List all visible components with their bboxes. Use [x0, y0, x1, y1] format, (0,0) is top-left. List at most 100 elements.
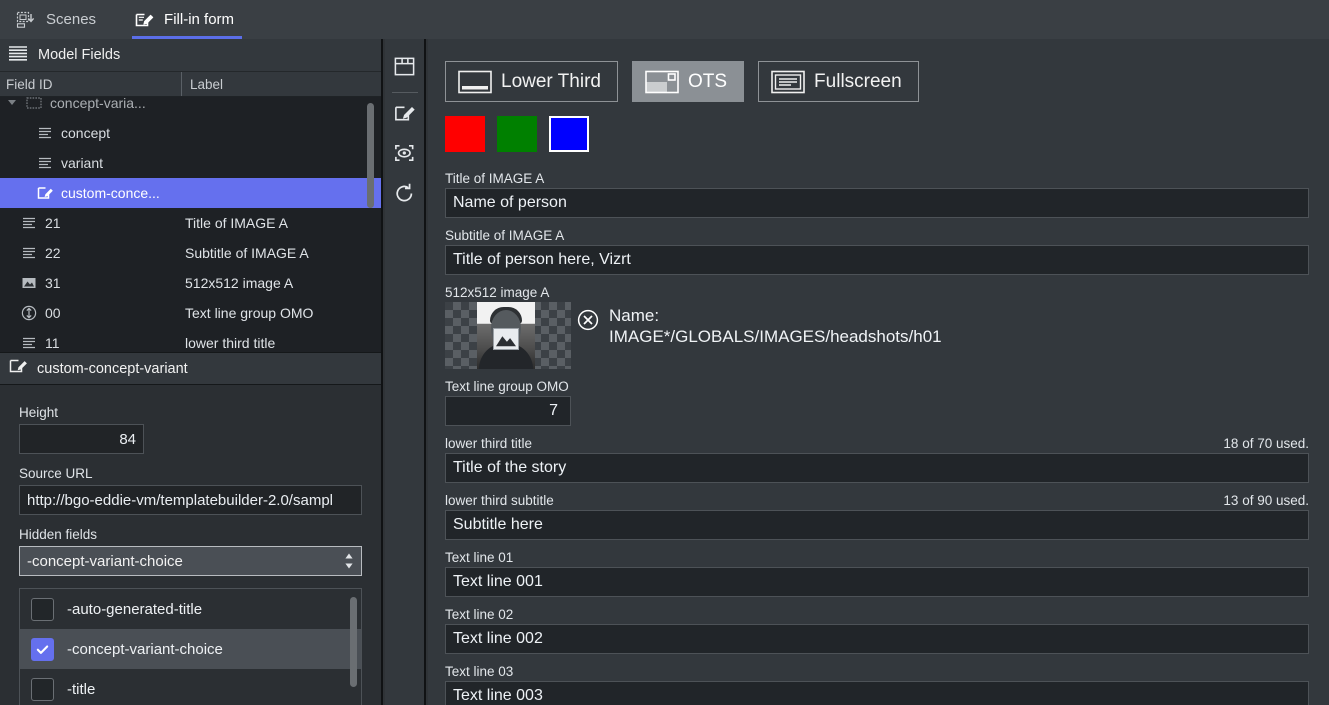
text-lines-icon: [20, 244, 38, 262]
detail-panel-title: custom-concept-variant: [37, 361, 188, 377]
tab-fill-in-form[interactable]: Fill-in form: [118, 0, 256, 39]
lower-third-button[interactable]: Lower Third: [445, 61, 618, 102]
tree-row-label: Title of IMAGE A: [182, 215, 288, 231]
field-image-a: 512x512 image A: [445, 285, 1308, 369]
text-line-02-input[interactable]: [445, 624, 1309, 654]
lower-third-icon: [458, 70, 492, 94]
subtitle-image-a-input[interactable]: [445, 245, 1309, 275]
ots-icon: [645, 70, 679, 94]
tree-row-id: concept: [61, 125, 110, 141]
ots-button[interactable]: OTS: [632, 61, 744, 102]
text-line-01-input[interactable]: [445, 567, 1309, 597]
swatch-red[interactable]: [445, 116, 485, 152]
tree-row-id: 11: [45, 335, 60, 351]
column-label: Label: [182, 77, 223, 92]
tree-row[interactable]: 21 Title of IMAGE A: [0, 208, 381, 238]
tree-row[interactable]: 22 Subtitle of IMAGE A: [0, 238, 381, 268]
preview-button[interactable]: [385, 136, 425, 176]
fill-in-form-icon: [134, 10, 154, 30]
model-fields-title: Model Fields: [38, 47, 120, 63]
field-lower-third-title: lower third title 18 of 70 used.: [445, 436, 1308, 483]
tab-scenes[interactable]: Scenes: [0, 0, 118, 39]
tree-row[interactable]: concept: [0, 118, 381, 148]
refresh-icon: [393, 182, 416, 210]
lower-third-subtitle-input[interactable]: [445, 510, 1309, 540]
tree-row-label: Subtitle of IMAGE A: [182, 245, 309, 261]
preview-eye-icon: [393, 142, 416, 170]
tree-row-clipped-id: concept-varia...: [50, 97, 146, 111]
tab-scenes-label: Scenes: [46, 11, 96, 28]
field-label: Text line 03: [445, 664, 513, 679]
checkbox-list-scrollbar[interactable]: [350, 597, 357, 687]
text-lines-icon: [36, 124, 54, 142]
field-label: Text line group OMO: [445, 379, 569, 394]
checkbox-unchecked-icon[interactable]: [31, 598, 54, 621]
tree-row[interactable]: variant: [0, 148, 381, 178]
headshot-photo: [477, 302, 535, 369]
source-url-input[interactable]: [19, 485, 362, 515]
clear-circle-x-icon[interactable]: [577, 309, 599, 331]
tree-row[interactable]: 11 lower third title: [0, 328, 381, 352]
left-column: Model Fields Field ID Label concept-vari…: [0, 39, 383, 705]
hidden-fields-select[interactable]: -concept-variant-choice: [19, 546, 362, 576]
tree-row-id: variant: [61, 155, 103, 171]
tree-row-id: 00: [45, 305, 61, 321]
hidden-fields-select-wrap: -concept-variant-choice: [19, 546, 362, 576]
text-lines-icon: [20, 214, 38, 232]
detail-panel-body: Height Source URL Hidden fields -concept…: [0, 385, 381, 685]
checkbox-row[interactable]: -title: [20, 669, 361, 705]
image-name-value: IMAGE*/GLOBALS/IMAGES/headshots/h01: [609, 326, 942, 347]
field-label: Subtitle of IMAGE A: [445, 228, 564, 243]
tree-row[interactable]: 00 Text line group OMO: [0, 298, 381, 328]
app-root: Scenes Fill-in form Model Fields: [0, 0, 1329, 705]
checkbox-row-selected[interactable]: -concept-variant-choice: [20, 629, 361, 669]
model-fields-tree[interactable]: concept-varia... concept: [0, 97, 381, 352]
updown-arrow-icon: [20, 304, 38, 322]
fullscreen-icon: [771, 70, 805, 94]
source-url-label: Source URL: [19, 466, 362, 481]
text-lines-icon: [36, 154, 54, 172]
tree-scrollbar[interactable]: [367, 103, 374, 208]
swatch-green[interactable]: [497, 116, 537, 152]
tree-row[interactable]: 31 512x512 image A: [0, 268, 381, 298]
edit-form-icon: [393, 102, 416, 130]
template-button[interactable]: [385, 49, 425, 89]
text-line-group-omo-input[interactable]: [445, 396, 571, 426]
checkbox-unchecked-icon[interactable]: [31, 678, 54, 701]
checkbox-label: -auto-generated-title: [67, 601, 202, 618]
checkbox-label: -concept-variant-choice: [67, 641, 223, 658]
image-thumbnail[interactable]: [445, 302, 571, 369]
form-fields: Title of IMAGE A Subtitle of IMAGE A 512…: [445, 171, 1308, 705]
checkbox-checked-icon[interactable]: [31, 638, 54, 661]
text-lines-icon: [20, 334, 38, 352]
scenes-icon: [16, 10, 36, 30]
hidden-fields-checkbox-list[interactable]: -auto-generated-title -concept-variant-c…: [19, 588, 362, 705]
tree-row-selected[interactable]: custom-conce...: [0, 178, 381, 208]
hidden-fields-label: Hidden fields: [19, 527, 362, 542]
edit-button[interactable]: [385, 96, 425, 136]
spinner-arrows-icon[interactable]: [344, 552, 354, 570]
field-label: 512x512 image A: [445, 285, 549, 300]
lower-third-title-input[interactable]: [445, 453, 1309, 483]
swatch-blue[interactable]: [549, 116, 589, 152]
checkbox-label: -title: [67, 681, 95, 698]
height-input[interactable]: [19, 424, 144, 454]
ots-label: OTS: [688, 71, 727, 93]
fullscreen-button[interactable]: Fullscreen: [758, 61, 919, 102]
color-swatches: [445, 116, 1308, 152]
fill-in-form-panel: Lower Third OTS: [428, 39, 1329, 705]
field-label: lower third subtitle: [445, 493, 554, 508]
chevron-down-icon: [6, 97, 18, 111]
title-image-a-input[interactable]: [445, 188, 1309, 218]
tree-row-clipped[interactable]: concept-varia...: [0, 97, 381, 118]
refresh-button[interactable]: [385, 176, 425, 216]
checkbox-row[interactable]: -auto-generated-title: [20, 589, 361, 629]
tab-bar: Scenes Fill-in form: [0, 0, 1329, 39]
tree-row-label: 512x512 image A: [182, 275, 293, 291]
list-icon: [8, 45, 28, 66]
fullscreen-label: Fullscreen: [814, 71, 902, 93]
text-line-03-input[interactable]: [445, 681, 1309, 705]
character-counter: 18 of 70 used.: [1223, 436, 1309, 451]
field-label: Text line 01: [445, 550, 513, 565]
field-lower-third-subtitle: lower third subtitle 13 of 90 used.: [445, 493, 1308, 540]
